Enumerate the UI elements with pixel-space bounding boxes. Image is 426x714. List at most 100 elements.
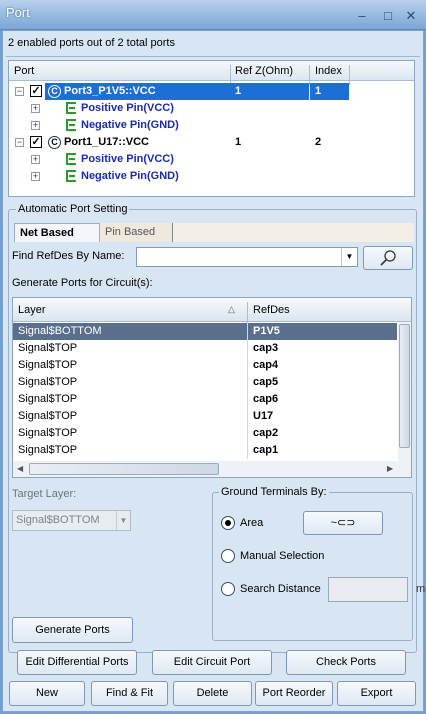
header-refdes[interactable]: RefDes bbox=[253, 304, 290, 316]
export-button[interactable]: Export bbox=[337, 681, 416, 706]
tab-strip-fill bbox=[173, 223, 414, 242]
port-c-icon: C bbox=[48, 136, 61, 149]
cell-divider bbox=[247, 323, 248, 340]
area-select-button[interactable]: ~⊂⊃ bbox=[303, 511, 383, 535]
dropdown-arrow-icon[interactable]: ▼ bbox=[341, 248, 357, 266]
edit-differential-ports-button[interactable]: Edit Differential Ports bbox=[17, 650, 137, 675]
horizontal-scrollbar[interactable]: ◀ ▶ bbox=[13, 461, 411, 477]
column-divider bbox=[349, 65, 350, 85]
layer-cell: Signal$TOP bbox=[18, 444, 78, 456]
find-fit-button[interactable]: Find & Fit bbox=[91, 681, 168, 706]
grid-row[interactable]: Signal$TOP cap2 bbox=[13, 425, 397, 442]
header-index[interactable]: Index bbox=[315, 65, 342, 77]
tab-strip: Net Based Pin Based bbox=[14, 223, 414, 242]
target-layer-value: Signal$BOTTOM bbox=[16, 514, 100, 526]
vertical-scroll-thumb[interactable] bbox=[399, 324, 410, 448]
search-distance-input[interactable] bbox=[328, 577, 408, 602]
refdes-cell: U17 bbox=[253, 410, 274, 422]
tree-port-label: Port3_P1V5::VCC bbox=[64, 85, 156, 97]
layer-cell: Signal$BOTTOM bbox=[18, 325, 102, 337]
cell-divider bbox=[247, 391, 248, 408]
tree-row-pin[interactable]: + Negative Pin(GND) bbox=[9, 117, 414, 134]
layer-cell: Signal$TOP bbox=[18, 410, 78, 422]
scroll-right-icon[interactable]: ▶ bbox=[387, 464, 393, 473]
target-layer-select[interactable]: Signal$BOTTOM ▼ bbox=[12, 510, 131, 531]
expand-toggle[interactable]: + bbox=[31, 104, 40, 113]
refdes-cell: P1V5 bbox=[253, 325, 280, 337]
check-ports-button[interactable]: Check Ports bbox=[286, 650, 406, 675]
sort-arrow-icon: △ bbox=[228, 304, 235, 314]
generate-for-label: Generate Ports for Circuit(s): bbox=[12, 277, 153, 289]
grid-row[interactable]: Signal$TOP cap5 bbox=[13, 374, 397, 391]
layer-cell: Signal$TOP bbox=[18, 342, 78, 354]
dropdown-arrow-icon[interactable]: ▼ bbox=[116, 511, 130, 530]
port-tree[interactable]: Port Ref Z(Ohm) Index − ✓ C Port3_P1V5::… bbox=[8, 60, 415, 197]
refdes-cell: cap4 bbox=[253, 359, 279, 371]
header-layer[interactable]: Layer bbox=[18, 304, 46, 316]
scroll-left-icon[interactable]: ◀ bbox=[17, 464, 23, 473]
layer-cell: Signal$TOP bbox=[18, 393, 78, 405]
horizontal-scroll-thumb[interactable] bbox=[29, 463, 219, 475]
grid-row[interactable]: Signal$TOP cap3 bbox=[13, 340, 397, 357]
generate-ports-button[interactable]: Generate Ports bbox=[12, 617, 133, 643]
find-refdes-input[interactable]: ▼ bbox=[136, 247, 358, 267]
search-button[interactable] bbox=[363, 246, 413, 270]
vertical-scrollbar[interactable] bbox=[398, 322, 411, 461]
tree-header: Port Ref Z(Ohm) Index bbox=[9, 61, 414, 85]
tree-pin-label: Negative Pin(GND) bbox=[81, 170, 179, 182]
tab-net-based[interactable]: Net Based bbox=[14, 223, 100, 242]
pin-icon bbox=[66, 170, 76, 182]
expand-toggle[interactable]: + bbox=[31, 155, 40, 164]
restore-button[interactable]: □ bbox=[380, 8, 396, 24]
grid-row[interactable]: Signal$TOP cap4 bbox=[13, 357, 397, 374]
collapse-toggle[interactable]: − bbox=[15, 138, 24, 147]
port-reorder-button[interactable]: Port Reorder bbox=[255, 681, 333, 706]
header-ref-z[interactable]: Ref Z(Ohm) bbox=[235, 65, 293, 77]
manual-selection-radio[interactable] bbox=[221, 549, 235, 563]
tree-row-pin[interactable]: + Negative Pin(GND) bbox=[9, 168, 414, 185]
find-refdes-label: Find RefDes By Name: bbox=[12, 250, 125, 262]
close-button[interactable]: ✕ bbox=[403, 8, 419, 24]
selection-highlight bbox=[230, 83, 309, 100]
cell-divider bbox=[247, 408, 248, 425]
grid-header: Layer △ RefDes bbox=[13, 298, 411, 326]
grid-row[interactable]: Signal$TOP cap1 bbox=[13, 442, 397, 459]
refdes-cell: cap1 bbox=[253, 444, 279, 456]
minimize-button[interactable]: – bbox=[354, 8, 370, 24]
port-enabled-checkbox[interactable]: ✓ bbox=[30, 85, 42, 97]
delete-button[interactable]: Delete bbox=[173, 681, 252, 706]
grid-row-selected[interactable]: Signal$BOTTOM P1V5 bbox=[13, 323, 397, 340]
tree-row-pin[interactable]: + Positive Pin(VCC) bbox=[9, 151, 414, 168]
grid-row[interactable]: Signal$TOP U17 bbox=[13, 408, 397, 425]
cell-divider bbox=[247, 442, 248, 459]
refdes-cell: cap5 bbox=[253, 376, 279, 388]
tree-row-port1[interactable]: − ✓ C Port1_U17::VCC 1 2 bbox=[9, 134, 414, 151]
collapse-toggle[interactable]: − bbox=[15, 87, 24, 96]
port-enabled-checkbox[interactable]: ✓ bbox=[30, 136, 42, 148]
port-summary: 2 enabled ports out of 2 total ports bbox=[8, 37, 175, 49]
pin-icon bbox=[66, 119, 76, 131]
cell-divider bbox=[247, 425, 248, 442]
refdes-cell: cap2 bbox=[253, 427, 279, 439]
tree-row-port3[interactable]: − ✓ C Port3_P1V5::VCC 1 1 bbox=[9, 83, 414, 100]
area-label: Area bbox=[240, 517, 264, 529]
expand-toggle[interactable]: + bbox=[31, 121, 40, 130]
area-radio[interactable] bbox=[221, 516, 235, 530]
cell-divider bbox=[247, 374, 248, 391]
circuit-grid[interactable]: Layer △ RefDes Signal$BOTTOM P1V5 Signal… bbox=[12, 297, 412, 478]
search-icon bbox=[380, 250, 396, 266]
manual-selection-label: Manual Selection bbox=[240, 550, 325, 562]
tab-pin-based[interactable]: Pin Based bbox=[100, 223, 173, 242]
search-distance-radio[interactable] bbox=[221, 582, 235, 596]
pin-icon bbox=[66, 102, 76, 114]
header-port[interactable]: Port bbox=[14, 65, 34, 77]
tree-pin-label: Positive Pin(VCC) bbox=[81, 102, 174, 114]
new-button[interactable]: New bbox=[9, 681, 85, 706]
title-bar: Port – □ ✕ bbox=[0, 0, 426, 30]
tree-row-pin[interactable]: + Positive Pin(VCC) bbox=[9, 100, 414, 117]
target-layer-label: Target Layer: bbox=[12, 488, 77, 500]
grid-row[interactable]: Signal$TOP cap6 bbox=[13, 391, 397, 408]
refdes-cell: cap6 bbox=[253, 393, 279, 405]
edit-circuit-port-button[interactable]: Edit Circuit Port bbox=[152, 650, 272, 675]
expand-toggle[interactable]: + bbox=[31, 172, 40, 181]
